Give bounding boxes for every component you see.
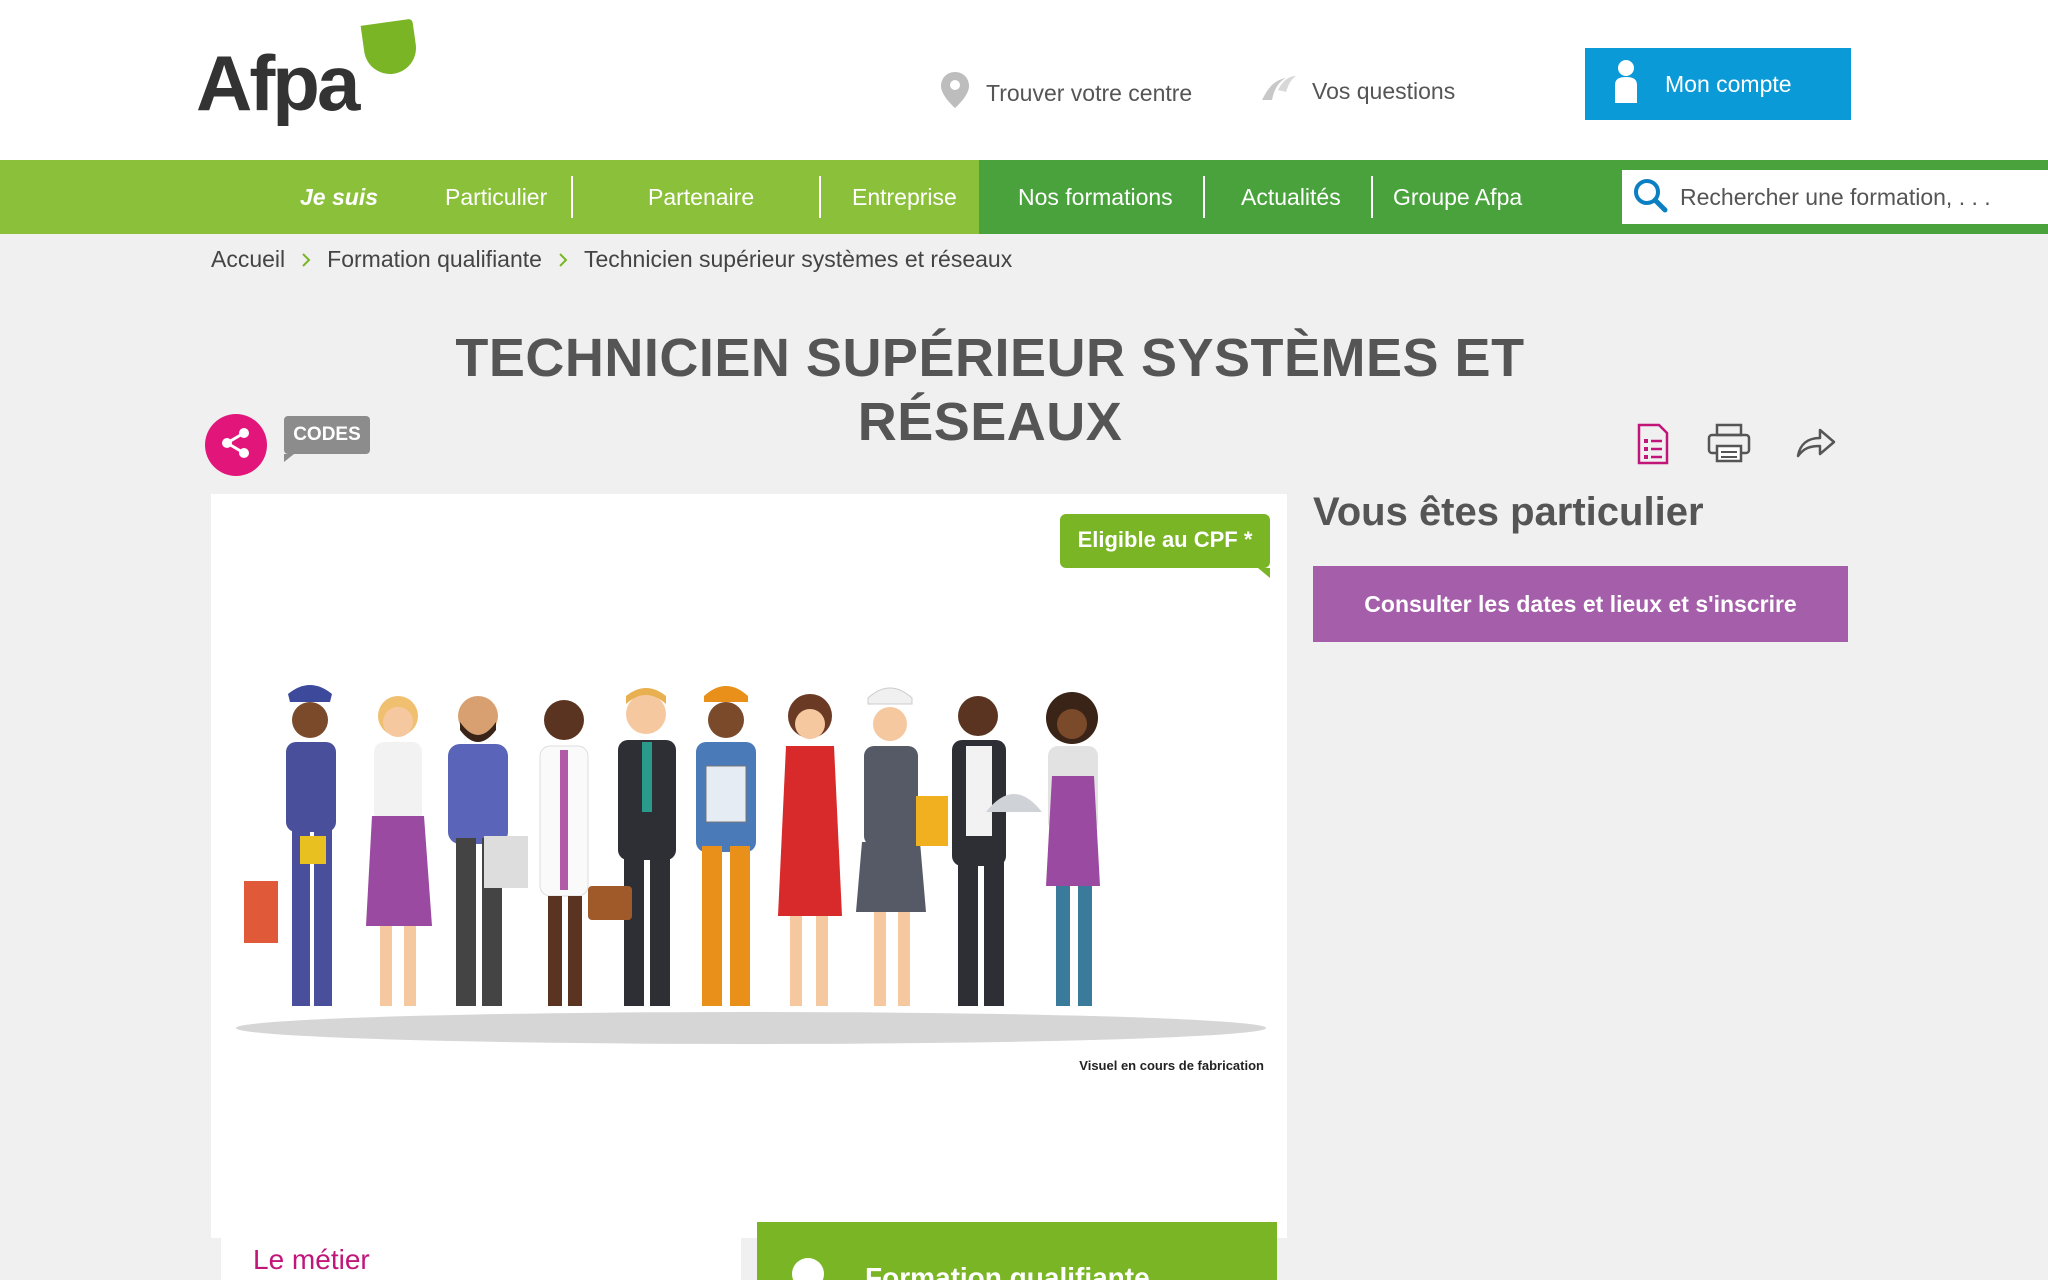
nav-entreprise[interactable]: Entreprise bbox=[852, 160, 957, 234]
printer-icon[interactable] bbox=[1706, 422, 1752, 469]
questions-label: Vos questions bbox=[1312, 77, 1456, 104]
account-label: Mon compte bbox=[1665, 70, 1792, 97]
questions-link[interactable]: Vos questions bbox=[1258, 70, 1455, 112]
formation-qualifiante-label: Formation qualifiante bbox=[865, 1262, 1150, 1280]
nav-actualites[interactable]: Actualités bbox=[1241, 160, 1341, 234]
breadcrumb: Accueil Formation qualifiante Technicien… bbox=[211, 246, 1012, 273]
search-icon[interactable] bbox=[1632, 177, 1668, 218]
site-header: Afpa Trouver votre centre Vos questions … bbox=[0, 0, 2048, 160]
afpa-logo[interactable]: Afpa bbox=[196, 18, 426, 142]
find-center-link[interactable]: Trouver votre centre bbox=[938, 70, 1192, 116]
metier-tab[interactable]: Le métier bbox=[221, 1236, 741, 1280]
metier-label: Le métier bbox=[253, 1244, 370, 1275]
find-center-label: Trouver votre centre bbox=[986, 79, 1193, 106]
search-box bbox=[1622, 170, 2048, 224]
share-icon bbox=[218, 425, 254, 466]
bullet-icon bbox=[792, 1258, 824, 1280]
chevron-right-icon bbox=[301, 252, 311, 268]
search-input[interactable] bbox=[1680, 183, 2040, 211]
breadcrumb-current: Technicien supérieur systèmes et réseaux bbox=[583, 246, 1013, 272]
user-icon bbox=[1613, 59, 1639, 109]
chat-bubbles-icon bbox=[1258, 70, 1298, 112]
breadcrumb-home[interactable]: Accueil bbox=[211, 246, 285, 273]
nav-nos-formations[interactable]: Nos formations bbox=[1018, 160, 1173, 234]
account-button[interactable]: Mon compte bbox=[1585, 48, 1851, 120]
codes-button[interactable]: CODES bbox=[284, 416, 370, 462]
leaf-icon bbox=[360, 18, 420, 78]
formation-qualifiante-panel[interactable]: Formation qualifiante bbox=[757, 1222, 1277, 1280]
consult-dates-button[interactable]: Consulter les dates et lieux et s'inscri… bbox=[1313, 566, 1848, 642]
chevron-right-icon bbox=[558, 252, 568, 268]
share-button[interactable] bbox=[205, 414, 267, 476]
page-title: TECHNICIEN SUPÉRIEUR SYSTÈMES ET RÉSEAUX bbox=[455, 328, 1525, 452]
nav-groupe-afpa[interactable]: Groupe Afpa bbox=[1393, 160, 1522, 234]
nav-partenaire[interactable]: Partenaire bbox=[648, 160, 754, 234]
cpf-badge: Eligible au CPF * bbox=[1060, 514, 1270, 578]
nav-je-suis: Je suis bbox=[300, 184, 378, 210]
audience-heading: Vous êtes particulier bbox=[1313, 490, 1704, 534]
image-caption: Visuel en cours de fabrication bbox=[1079, 1058, 1264, 1073]
forward-arrow-icon[interactable] bbox=[1794, 422, 1838, 467]
breadcrumb-formation-qualifiante[interactable]: Formation qualifiante bbox=[327, 246, 542, 273]
nav-particulier[interactable]: Particulier bbox=[445, 160, 547, 234]
document-list-icon[interactable] bbox=[1636, 422, 1670, 471]
workers-illustration bbox=[236, 685, 1266, 1044]
logo-text: Afpa bbox=[196, 39, 360, 127]
location-pin-icon bbox=[938, 70, 972, 116]
